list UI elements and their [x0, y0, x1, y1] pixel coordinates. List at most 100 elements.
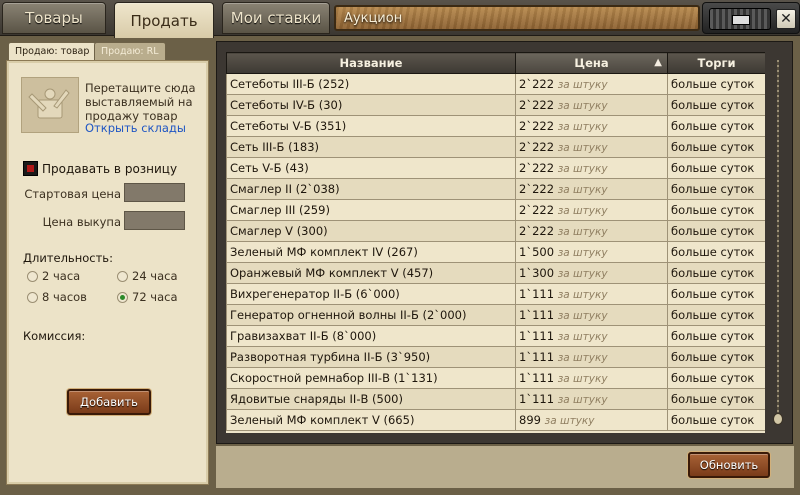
lot-price-cell: 1`111 за штуку [515, 325, 668, 347]
table-row[interactable]: Вихрегенератор II-Б (6`000) 1`111 за штук… [226, 283, 765, 305]
duration-8h-radio[interactable]: 8 часов [27, 290, 87, 304]
table-row[interactable]: Смаглер II (2`038) 2`222 за штуку больше с… [226, 178, 765, 200]
lot-bids-cell: больше суток [667, 178, 765, 200]
per-unit-label: за штуку [557, 100, 608, 112]
lot-price: 1`111 [519, 287, 555, 301]
close-icon[interactable]: ✕ [776, 9, 796, 29]
table-row[interactable]: Скоростной ремнабор III-В (1`131) 1`111 з… [226, 367, 765, 389]
table-row[interactable]: Смаглер III (259) 2`222 за штуку больше су… [226, 199, 765, 221]
scrollbar-thumb[interactable] [773, 413, 783, 425]
lot-price: 2`222 [519, 119, 555, 133]
lot-name-cell: Сетеботы IV-Б (30) [226, 94, 516, 116]
lot-bids-cell: больше суток [667, 115, 765, 137]
lot-name-cell: Смаглер III (259) [226, 199, 516, 221]
table-row[interactable]: Смаглер V (300) 2`222 за штуку больше суто… [226, 220, 765, 242]
table-row[interactable]: Сеть III-Б (183) 2`222 за штуку больше сут… [226, 136, 765, 158]
table-row[interactable]: Сетеботы V-Б (351) 2`222 за штуку больше с… [226, 115, 765, 137]
retail-label: Продавать в розницу [42, 162, 178, 176]
tab-sell[interactable]: Продать [114, 2, 214, 38]
scrollbar[interactable] [772, 60, 784, 425]
table-row[interactable]: Сетеботы IV-Б (30) 2`222 за штуку больше с… [226, 94, 765, 116]
radio-dot [117, 270, 128, 282]
lot-bids-cell: больше суток [667, 199, 765, 221]
lot-price-cell: 1`111 за штуку [515, 388, 668, 410]
lot-name-cell: Вихрегенератор II-Б (6`000) [226, 283, 516, 305]
radio-dot-selected [117, 291, 128, 303]
lot-price-cell: 2`222 за штуку [515, 178, 668, 200]
per-unit-label: за штуку [557, 331, 608, 343]
lot-bids-cell: больше суток [667, 409, 765, 431]
table-row[interactable]: Гравизахват II-Б (8`000) 1`111 за штуку бо… [226, 325, 765, 347]
start-price-input[interactable] [124, 183, 185, 202]
window-title-plate: Аукцион [334, 5, 700, 31]
lot-price-cell: 2`222 за штуку [515, 157, 668, 179]
lot-price-cell: 2`222 за штуку [515, 136, 668, 158]
per-unit-label: за штуку [557, 394, 608, 406]
column-price-label: Цена [574, 56, 609, 70]
refresh-button[interactable]: Обновить [688, 452, 770, 478]
commission-label: Комиссия: [23, 329, 86, 343]
column-name-header[interactable]: Название [226, 52, 516, 74]
table-row[interactable]: Сетеботы III-Б (252) 2`222 за штуку больше… [226, 73, 765, 95]
tab-my-bids[interactable]: Мои ставки [222, 2, 330, 34]
table-row[interactable]: Оранжевый МФ комплект V (457) 1`300 за шт… [226, 262, 765, 284]
subtab-sell-item[interactable]: Продаю: товар [8, 42, 97, 61]
lot-bids-cell: больше суток [667, 94, 765, 116]
lot-price-cell: 1`111 за штуку [515, 346, 668, 368]
item-drop-area[interactable] [21, 77, 79, 133]
duration-24h-radio[interactable]: 24 часа [117, 269, 178, 283]
minimize-button[interactable] [709, 8, 771, 30]
lot-bids-cell: больше суток [667, 346, 765, 368]
sell-form-panel: Перетащите сюда выставляемый на продажу … [6, 60, 209, 485]
table-row[interactable]: Зеленый МФ комплект IV (267) 1`500 за шту… [226, 241, 765, 263]
column-bids-header[interactable]: Торги [667, 52, 765, 74]
lot-price: 1`111 [519, 329, 555, 343]
add-button[interactable]: Добавить [67, 389, 151, 415]
table-row[interactable]: Сеть V-Б (43) 2`222 за штуку больше суток [226, 157, 765, 179]
retail-checkbox[interactable] [23, 161, 38, 176]
lot-name-cell: Разворотная турбина II-Б (3`950) [226, 346, 516, 368]
per-unit-label: за штуку [557, 163, 608, 175]
duration-label: Длительность: [23, 251, 113, 265]
lot-price: 1`111 [519, 392, 555, 406]
lot-name-cell: Ядовитые снаряды II-В (500) [226, 388, 516, 410]
lot-price-cell: 1`500 за штуку [515, 241, 668, 263]
lot-name-cell: Сеть V-Б (43) [226, 157, 516, 179]
lot-price: 2`222 [519, 203, 555, 217]
lot-price-cell: 1`111 за штуку [515, 367, 668, 389]
scrollbar-rail [777, 60, 779, 425]
duration-24h-label: 24 часа [132, 269, 178, 283]
table-row[interactable]: Ядовитые снаряды II-В (500) 1`111 за штук… [226, 388, 765, 410]
table-row[interactable]: Разворотная турбина II-Б (3`950) 1`111 за… [226, 346, 765, 368]
open-warehouses-link[interactable]: Открыть склады [85, 121, 186, 135]
subtab-sell-rl[interactable]: Продаю: RL [94, 42, 166, 61]
buyout-price-input[interactable] [124, 211, 185, 230]
lot-price-cell: 2`222 за штуку [515, 220, 668, 242]
lot-price: 1`111 [519, 308, 555, 322]
lot-price-cell: 1`111 за штуку [515, 304, 668, 326]
column-name-label: Название [339, 56, 403, 70]
table-row[interactable]: Генератор огненной волны II-Б (2`000) 1`1… [226, 304, 765, 326]
lot-bids-cell: больше суток [667, 73, 765, 95]
per-unit-label: за штуку [557, 373, 608, 385]
lot-bids-cell: больше суток [667, 367, 765, 389]
duration-2h-radio[interactable]: 2 часа [27, 269, 80, 283]
per-unit-label: за штуку [557, 79, 608, 91]
column-price-header[interactable]: Цена ▲ [515, 52, 668, 74]
lot-price-cell: 2`222 за штуку [515, 94, 668, 116]
per-unit-label: за штуку [557, 247, 608, 259]
duration-72h-radio[interactable]: 72 часа [117, 290, 178, 304]
table-row[interactable]: Зеленый МФ комплект V (665) 899 за штуку б… [226, 409, 765, 431]
sort-ascending-icon: ▲ [654, 57, 662, 68]
tab-goods[interactable]: Товары [2, 2, 106, 34]
radio-dot [27, 270, 38, 282]
lot-name-cell: Смаглер V (300) [226, 220, 516, 242]
lot-price: 2`222 [519, 161, 555, 175]
lot-name-cell: Скоростной ремнабор III-В (1`131) [226, 367, 516, 389]
window-title: Аукцион [344, 10, 403, 26]
lot-bids-cell: больше суток [667, 136, 765, 158]
per-unit-label: за штуку [544, 415, 595, 427]
tools-icon [28, 88, 70, 119]
lot-bids-cell: больше суток [667, 388, 765, 410]
lot-price: 1`111 [519, 371, 555, 385]
